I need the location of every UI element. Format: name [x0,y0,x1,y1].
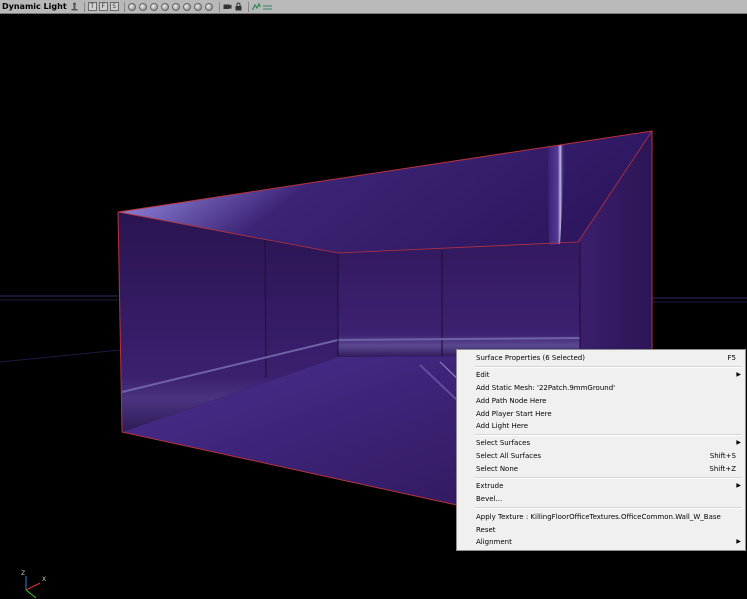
realtime-preview-icon[interactable] [128,2,137,11]
menu-item-bevel[interactable]: Bevel... [457,493,745,505]
menu-item-apply-texture[interactable]: Apply Texture : KillingFloorOfficeTextur… [457,511,745,523]
menu-item-add-player-start[interactable]: Add Player Start Here [457,408,745,420]
context-menu: Surface Properties (6 Selected) F5 Edit … [456,349,746,551]
toolbar-divider [247,1,249,12]
lock-icon[interactable] [234,2,243,11]
menu-item-add-static-mesh[interactable]: Add Static Mesh: '22Patch.9mmGround' [457,382,745,394]
menu-separator [475,477,742,479]
menu-item-surface-properties[interactable]: Surface Properties (6 Selected) F5 [457,352,745,364]
toolbar-divider [123,1,125,12]
submenu-arrow-icon: ▶ [736,538,741,545]
submenu-arrow-icon: ▶ [736,439,741,446]
menu-item-add-light[interactable]: Add Light Here [457,420,745,432]
menu-item-select-surfaces[interactable]: Select Surfaces ▶ [457,437,745,449]
menu-item-reset[interactable]: Reset [457,524,745,536]
brush-wireframe-icon[interactable] [150,2,159,11]
menu-item-extrude[interactable]: Extrude ▶ [457,480,745,492]
menu-separator [475,434,742,436]
axis-label-z: Z [21,570,26,577]
menu-separator [475,507,742,509]
axis-gizmo: Z X [16,570,52,599]
menu-item-select-none[interactable]: Select None Shift+Z [457,463,745,475]
viewport-toolbar: Dynamic Light T F S [0,0,747,14]
toolbar-divider [83,1,85,12]
lit-icon[interactable] [172,2,181,11]
viewport-title[interactable]: Dynamic Light [2,0,67,13]
side-view-button[interactable]: S [109,2,119,11]
unlit-icon[interactable] [161,2,170,11]
wireframe-icon[interactable] [139,2,148,11]
menu-item-select-all-surfaces[interactable]: Select All Surfaces Shift+S [457,450,745,462]
menu-separator [475,366,742,368]
shortcut-label: F5 [727,354,736,362]
actor-icon[interactable] [70,2,79,11]
axis-label-x: X [42,576,47,583]
menu-item-add-path-node[interactable]: Add Path Node Here [457,395,745,407]
shortcut-label: Shift+Z [709,465,736,473]
toolbar-divider [218,1,220,12]
submenu-arrow-icon: ▶ [736,482,741,489]
front-view-button[interactable]: F [98,2,108,11]
editor-viewport[interactable]: Dynamic Light T F S Z X Surface Properti… [0,0,747,599]
top-view-button[interactable]: T [87,2,97,11]
menu-item-alignment[interactable]: Alignment ▶ [457,536,745,548]
game-view-icon[interactable] [262,2,272,11]
show-flags-icon[interactable] [251,2,261,11]
camera-icon[interactable] [223,2,232,11]
menu-item-edit[interactable]: Edit ▶ [457,369,745,381]
shortcut-label: Shift+S [709,452,736,460]
texture-density-icon[interactable] [205,2,214,11]
light-complexity-icon[interactable] [194,2,203,11]
lighting-only-icon[interactable] [183,2,192,11]
submenu-arrow-icon: ▶ [736,371,741,378]
